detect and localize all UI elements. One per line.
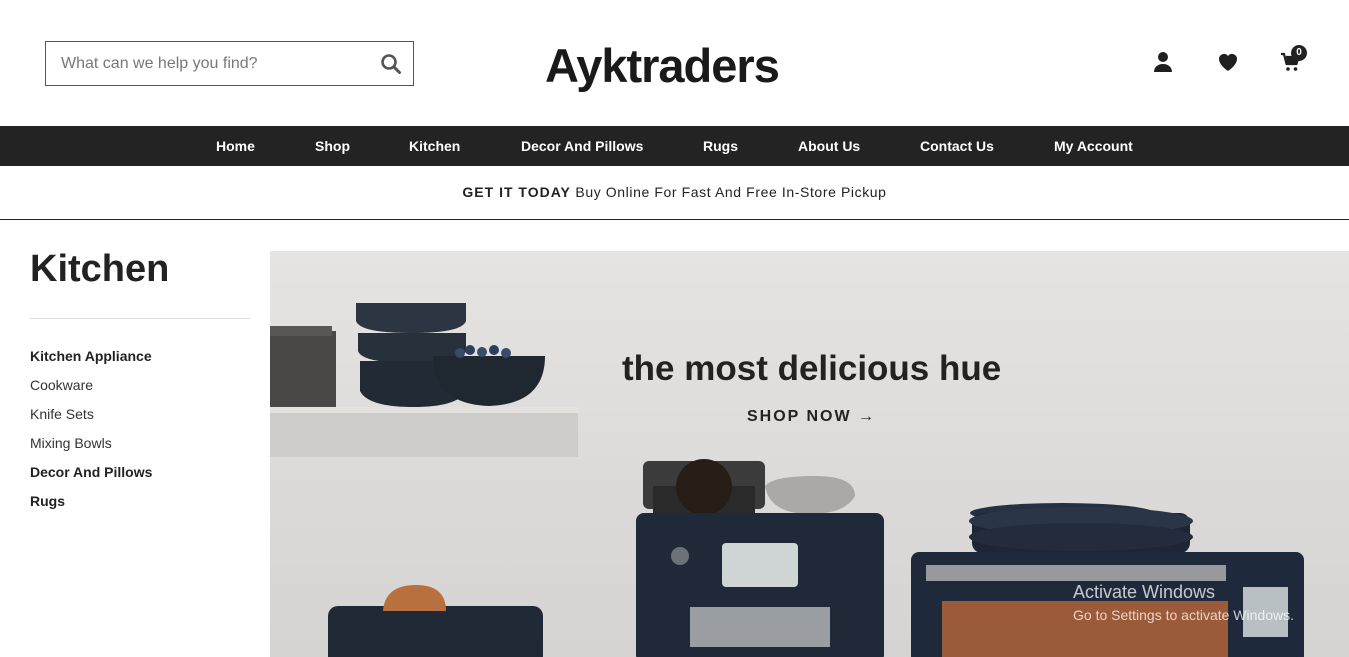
cart-count-badge: 0 bbox=[1291, 45, 1307, 61]
nav-home[interactable]: Home bbox=[216, 126, 255, 166]
windows-activation-watermark: Activate Windows Go to Settings to activ… bbox=[1073, 582, 1294, 623]
page-title: Kitchen bbox=[30, 248, 170, 290]
shop-now-link[interactable]: SHOP NOW → bbox=[747, 408, 876, 426]
promo-bar: GET IT TODAY Buy Online For Fast And Fre… bbox=[0, 166, 1349, 220]
category-decor-and-pillows[interactable]: Decor And Pillows bbox=[30, 458, 152, 487]
promo-highlight: GET IT TODAY bbox=[462, 184, 571, 200]
category-cookware[interactable]: Cookware bbox=[30, 371, 152, 400]
nav-contact-us[interactable]: Contact Us bbox=[920, 126, 994, 166]
site-header: Ayktraders 0 bbox=[0, 0, 1349, 126]
nav-kitchen[interactable]: Kitchen bbox=[409, 126, 460, 166]
hero-title: the most delicious hue bbox=[622, 349, 1002, 388]
search-box bbox=[45, 41, 414, 86]
sidebar-divider bbox=[30, 318, 250, 319]
nav-decor-and-pillows[interactable]: Decor And Pillows bbox=[521, 126, 643, 166]
heart-icon[interactable] bbox=[1216, 50, 1240, 74]
nav-about-us[interactable]: About Us bbox=[798, 126, 860, 166]
search-input[interactable] bbox=[46, 42, 366, 85]
nav-my-account[interactable]: My Account bbox=[1054, 126, 1133, 166]
category-kitchen-appliance[interactable]: Kitchen Appliance bbox=[30, 342, 152, 371]
user-icon[interactable] bbox=[1151, 50, 1175, 74]
main-nav: Home Shop Kitchen Decor And Pillows Rugs… bbox=[0, 126, 1349, 166]
nav-rugs[interactable]: Rugs bbox=[703, 126, 738, 166]
watermark-subtitle: Go to Settings to activate Windows. bbox=[1073, 607, 1294, 623]
site-logo[interactable]: Ayktraders bbox=[545, 38, 780, 93]
search-icon[interactable] bbox=[379, 52, 403, 76]
promo-text: Buy Online For Fast And Free In-Store Pi… bbox=[570, 184, 887, 200]
category-rugs[interactable]: Rugs bbox=[30, 487, 152, 516]
category-mixing-bowls[interactable]: Mixing Bowls bbox=[30, 429, 152, 458]
category-list: Kitchen Appliance Cookware Knife Sets Mi… bbox=[30, 342, 152, 516]
watermark-title: Activate Windows bbox=[1073, 582, 1216, 602]
category-knife-sets[interactable]: Knife Sets bbox=[30, 400, 152, 429]
nav-shop[interactable]: Shop bbox=[315, 126, 350, 166]
